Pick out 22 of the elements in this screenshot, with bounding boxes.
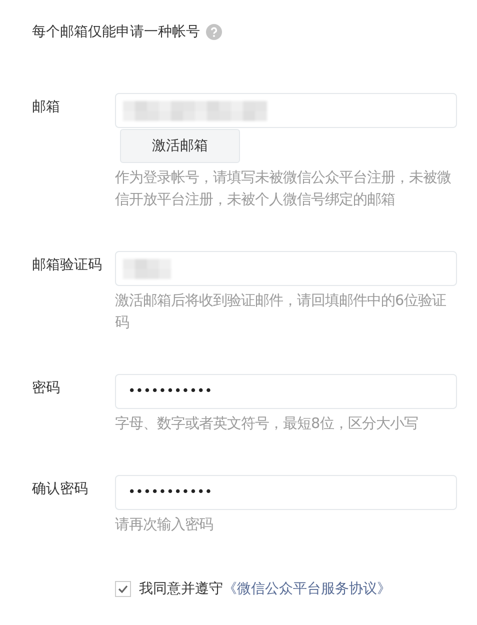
field-label: 邮箱验证码 [32, 256, 103, 275]
input-field[interactable]: ••••••••••• [115, 374, 457, 409]
hint-text: 激活邮箱后将收到验证邮件，请回填邮件中的6位验证码 [115, 292, 448, 333]
input-field[interactable] [115, 251, 457, 286]
activate-email-button[interactable]: 激活邮箱 [120, 129, 240, 163]
agreement-text: 我同意并遵守 [139, 580, 223, 598]
field-label: 密码 [32, 379, 61, 398]
help-icon[interactable] [206, 24, 222, 40]
check-icon [118, 585, 128, 593]
hint-text: 请再次输入密码 [115, 516, 213, 535]
agreement-link[interactable]: 《微信公众平台服务协议》 [223, 580, 391, 598]
hint-text: 字母、数字或者英文符号，最短8位，区分大小写 [115, 414, 418, 434]
input-value: ••••••••••• [127, 384, 212, 399]
input-field[interactable]: ••••••••••• [115, 475, 457, 510]
blurred-text-drawing [120, 256, 174, 280]
input-field[interactable] [115, 93, 457, 128]
agree-checkbox[interactable] [115, 581, 131, 597]
hint-text: 作为登录帐号，请填写未被微信公众平台注册，未被微信开放平台注册，未被个人微信号绑定的邮箱 [115, 169, 452, 210]
field-label: 确认密码 [32, 480, 89, 499]
field-label: 邮箱 [32, 98, 61, 117]
input-value: ••••••••••• [127, 485, 212, 500]
notice-text: 每个邮箱仅能申请一种帐号 [32, 23, 200, 41]
